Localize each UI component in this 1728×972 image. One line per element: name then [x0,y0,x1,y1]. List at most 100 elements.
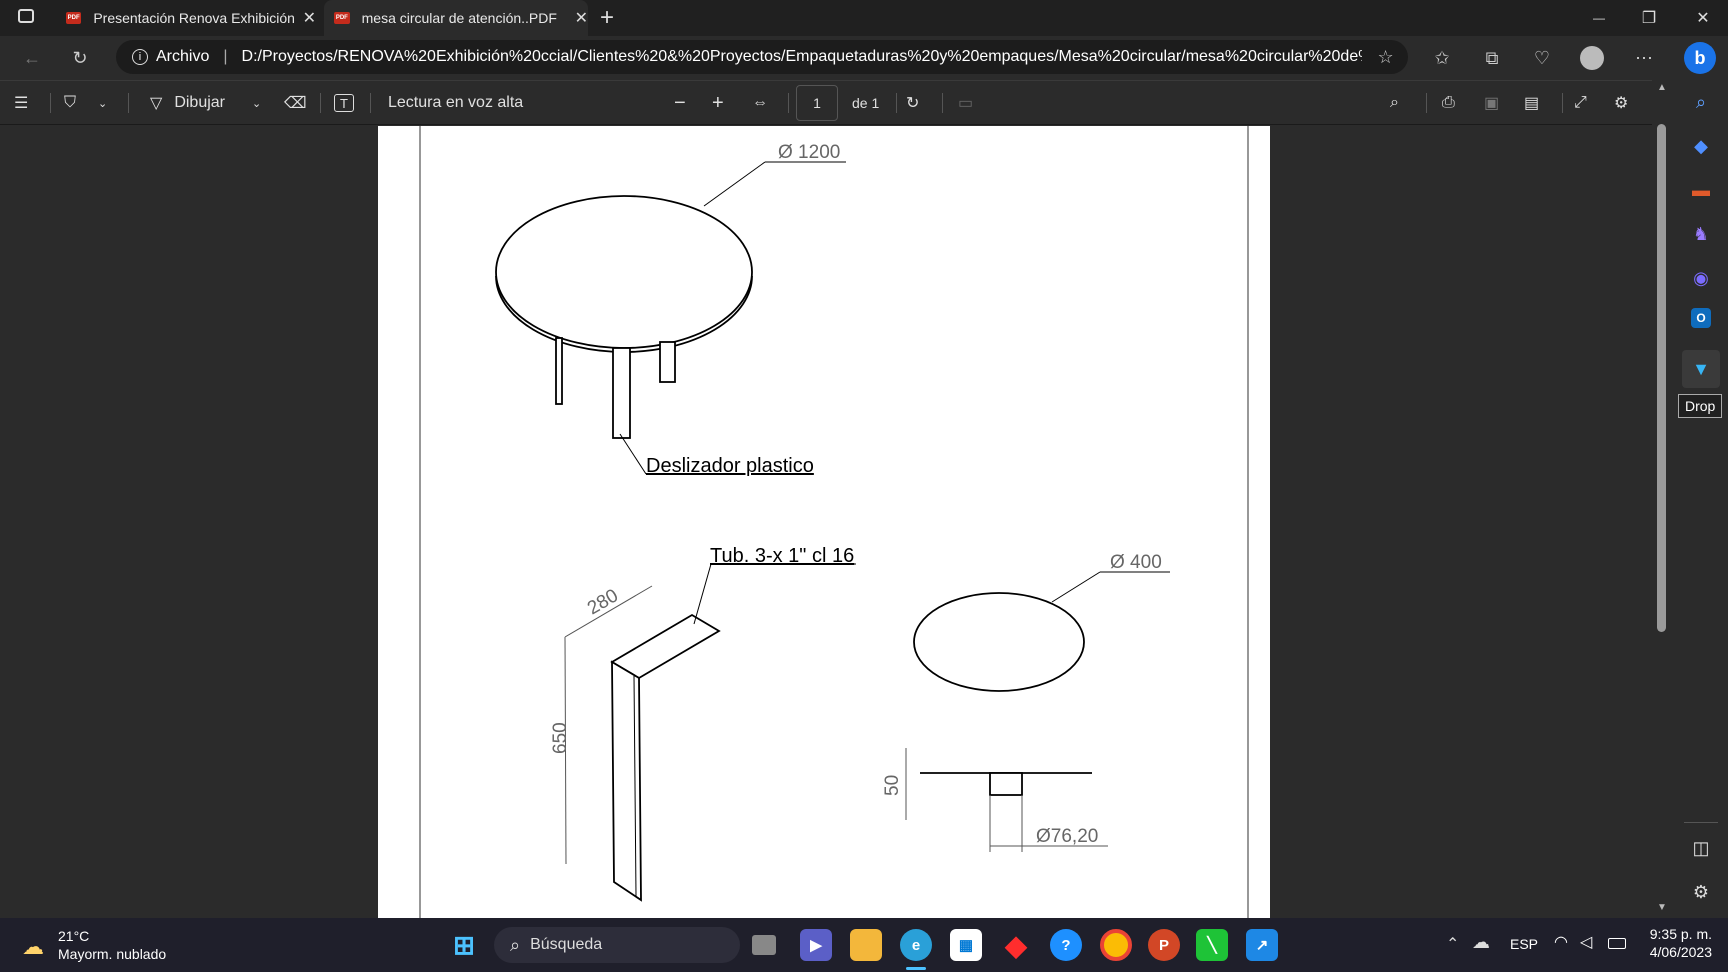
page-view-icon[interactable]: ▭ [958,92,973,114]
circular-plate-drawing [913,571,1170,692]
task-view-icon[interactable] [752,935,776,955]
clock[interactable]: 9:35 p. m. 4/06/2023 [1632,926,1712,960]
minimize-button[interactable]: — [1574,0,1624,36]
chrome-icon[interactable] [1100,929,1132,961]
close-window-button[interactable]: ✕ [1678,0,1728,36]
search-label: Búsqueda [530,936,603,953]
drop-icon[interactable]: ▼ [1682,350,1720,388]
collections-icon[interactable]: ⧉ [1480,46,1504,70]
divider [1426,93,1427,113]
maximize-button[interactable]: ❐ [1624,0,1674,36]
hide-sidebar-icon[interactable]: ◫ [1687,834,1715,862]
plate-diameter-label: Ø 400 [1110,552,1162,573]
zoom-out-icon[interactable]: − [674,92,686,114]
read-aloud-button[interactable]: Lectura en voz alta [388,92,523,114]
leg-tube-drawing [564,563,856,902]
round-table-drawing [495,161,846,475]
customize-gear-icon[interactable]: ⚙ [1687,878,1715,906]
new-tab-button[interactable]: + [600,4,614,32]
back-icon[interactable]: ← [20,46,44,70]
pdf-toolbar: ☰ ⛉ ⌄ ▽ Dibujar ⌄ ⌫ T Lectura en voz alt… [0,80,1652,125]
tab-actions-icon[interactable] [18,9,34,23]
microsoft-store-icon[interactable]: ▦ [950,929,982,961]
fit-width-icon[interactable]: ⇔ [752,92,768,114]
zoom-in-icon[interactable]: + [712,92,724,114]
tab-title: mesa circular de atención..PDF [361,10,557,26]
bing-copilot-icon[interactable]: b [1684,42,1716,74]
show-hidden-icons-icon[interactable]: ⌃ [1446,934,1459,954]
chevron-down-icon[interactable]: ⌄ [252,92,261,114]
search-box[interactable]: ⌕ Búsqueda [494,927,740,963]
divider [942,93,943,113]
search-icon[interactable]: ⌕ [1390,92,1399,114]
vertical-scrollbar[interactable]: ▲ ▼ [1652,80,1672,918]
pdf-file-icon: PDF [334,12,350,24]
green-app-icon[interactable]: ╲ [1196,929,1228,961]
teams-chat-icon[interactable]: ▶ [800,929,832,961]
wifi-icon[interactable]: ◠ [1554,932,1568,952]
rotate-icon[interactable]: ↻ [906,92,919,114]
pdf-file-icon: PDF [66,12,82,24]
help-app-icon[interactable]: ? [1050,929,1082,961]
weather-widget[interactable]: ☁ 21°C Mayorm. nublado [20,926,190,966]
draw-icon: ▽ [150,95,163,112]
weather-temp: 21°C [58,928,90,944]
divider [1562,93,1563,113]
draw-button[interactable]: ▽ Dibujar [150,92,225,114]
search-icon[interactable]: ⌕ [1687,88,1715,116]
divider [128,93,129,113]
dim-280-label: 280 [584,585,622,619]
scroll-down-arrow[interactable]: ▼ [1657,902,1667,913]
file-explorer-icon[interactable] [850,929,882,961]
save-as-icon[interactable]: ▤ [1524,92,1539,114]
url-field[interactable]: i Archivo | D:/Proyectos/RENOVA%20Exhibi… [116,40,1408,74]
save-icon[interactable]: ▣ [1484,92,1499,114]
outlook-icon[interactable]: O [1691,308,1711,328]
eraser-icon[interactable]: ⌫ [284,92,307,114]
favorite-star-icon[interactable]: ☆ [1378,47,1394,68]
close-tab-icon[interactable]: ✕ [303,8,316,28]
scroll-up-arrow[interactable]: ▲ [1657,82,1667,93]
highlight-icon[interactable]: ⛉ [64,92,76,114]
title-bar: PDF Presentación Renova Exhibición C ✕ P… [0,0,1728,36]
refresh-icon[interactable]: ↻ [68,46,92,70]
scheme-label: Archivo [156,48,210,65]
edge-browser-icon[interactable]: e [900,929,932,961]
browser-essentials-icon[interactable]: ♡ [1530,46,1554,70]
tab-presentacion[interactable]: PDF Presentación Renova Exhibición C ✕ [56,0,316,36]
microsoft-365-icon[interactable]: ◉ [1687,264,1715,292]
scroll-thumb[interactable] [1657,124,1666,632]
chevron-down-icon[interactable]: ⌄ [98,92,107,114]
tab-mesa-circular[interactable]: PDF mesa circular de atención..PDF ✕ [324,0,588,36]
shopping-tag-icon[interactable]: ◆ [1687,132,1715,160]
language-indicator[interactable]: ESP [1510,936,1538,952]
tube-diameter-label: Ø76,20 [1036,826,1098,847]
sidebar-divider [1684,822,1718,823]
text-icon[interactable]: T [334,94,354,112]
more-options-icon[interactable]: ⋯ [1632,46,1656,70]
games-icon[interactable]: ♞ [1687,220,1715,248]
windows-taskbar: ☁ 21°C Mayorm. nublado ⊞ ⌕ Búsqueda ▶ e … [0,918,1728,972]
start-windows-icon[interactable]: ⊞ [448,929,480,961]
red-app-icon[interactable]: ◆ [1000,929,1032,961]
weather-desc: Mayorm. nublado [58,946,167,962]
volume-icon[interactable]: ◁ [1580,932,1592,952]
contents-list-icon[interactable]: ☰ [14,92,28,114]
page-number-input[interactable]: 1 [796,85,838,121]
divider [370,93,371,113]
close-tab-icon[interactable]: ✕ [575,8,588,28]
powerpoint-icon[interactable]: P [1148,929,1180,961]
onedrive-cloud-icon[interactable]: ☁ [1472,932,1490,953]
print-icon[interactable]: ⎙ [1442,92,1455,114]
active-app-indicator [906,967,926,970]
tools-icon[interactable]: ▬ [1687,176,1715,204]
profile-avatar[interactable] [1580,46,1604,70]
blue-app-icon[interactable]: ↗ [1246,929,1278,961]
fullscreen-icon[interactable]: ⤢ [1574,92,1587,114]
info-icon[interactable]: i [132,49,148,65]
favorites-icon[interactable]: ✩ [1430,46,1454,70]
table-diameter-label: Ø 1200 [778,142,840,163]
battery-icon[interactable] [1608,938,1626,949]
settings-gear-icon[interactable]: ⚙ [1614,92,1628,114]
url-text[interactable]: D:/Proyectos/RENOVA%20Exhibición%20ccial… [242,48,1362,66]
